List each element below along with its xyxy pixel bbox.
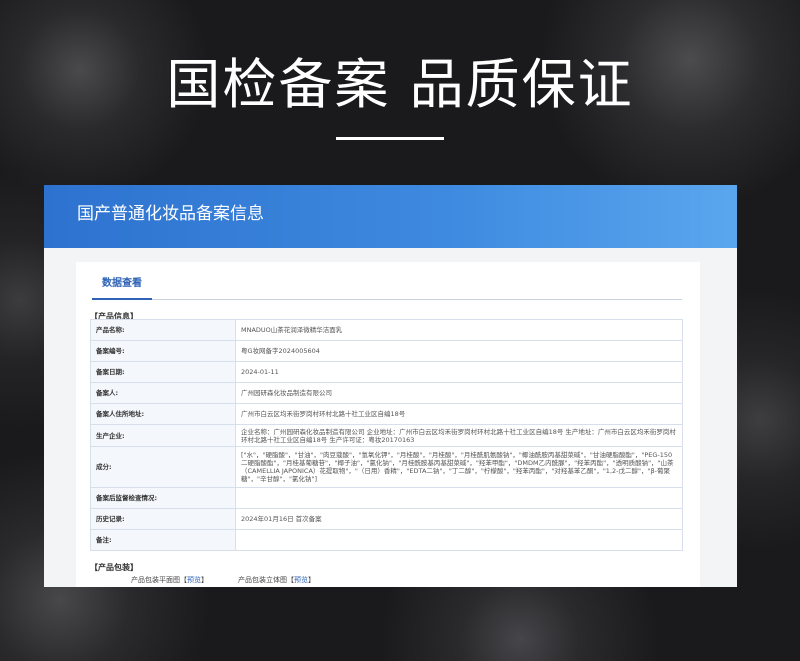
table-row: 备案编号: 粤G妆网备字2024005604: [90, 340, 683, 362]
row-label: 备案人:: [90, 382, 236, 404]
table-row: 生产企业: 企业名称：广州园研森化妆品制造有限公司 企业地址：广州市白云区均禾街…: [90, 424, 683, 447]
row-value: 2024年01月16日 首次备案: [235, 508, 683, 530]
row-value: [235, 487, 683, 509]
table-row: 备注:: [90, 529, 683, 551]
row-label: 备案人住所地址:: [90, 403, 236, 425]
row-value: MNADUO山茶花润泽微精华洁面乳: [235, 319, 683, 341]
product-info-table: 产品名称: MNADUO山茶花润泽微精华洁面乳 备案编号: 粤G妆网备字2024…: [90, 319, 683, 551]
row-label: 历史记录:: [90, 508, 236, 530]
preview-flat-link[interactable]: 预览: [187, 576, 201, 584]
row-value: 广州园研森化妆品制造有限公司: [235, 382, 683, 404]
preview-3d-link[interactable]: 预览: [294, 576, 308, 584]
row-value: 2024-01-11: [235, 361, 683, 383]
package-item-label: 产品包装立体图: [238, 576, 287, 584]
row-label: 备案日期:: [90, 361, 236, 383]
package-item: 产品包装平面图【预览】: [131, 576, 208, 584]
row-value: 粤G妆网备字2024005604: [235, 340, 683, 362]
row-value: [235, 529, 683, 551]
banner-divider: [336, 137, 444, 140]
table-row: 备案人: 广州园研森化妆品制造有限公司: [90, 382, 683, 404]
row-value: 广州市白云区均禾街罗岗村环村北路十社工业区自编18号: [235, 403, 683, 425]
package-item: 产品包装立体图【预览】: [238, 576, 315, 584]
package-section-title: 【产品包装】: [90, 563, 138, 572]
row-value: ["水"，"硬脂酸"，"甘油"，"肉豆蔻酸"，"氢氧化钾"，"月桂酸"，"月桂酸…: [235, 446, 683, 488]
package-item-label: 产品包装平面图: [131, 576, 180, 584]
registration-panel: 国产普通化妆品备案信息 数据查看 【产品信息】 产品名称: MNADUO山茶花润…: [44, 185, 737, 587]
banner-title: 国检备案 品质保证: [166, 53, 634, 116]
table-row: 备案人住所地址: 广州市白云区均禾街罗岗村环村北路十社工业区自编18号: [90, 403, 683, 425]
package-links: 产品包装平面图【预览】 产品包装立体图【预览】: [131, 575, 315, 585]
panel-header: 国产普通化妆品备案信息: [44, 185, 737, 248]
row-label: 备注:: [90, 529, 236, 551]
info-card: 数据查看 【产品信息】 产品名称: MNADUO山茶花润泽微精华洁面乳 备案编号…: [76, 262, 700, 587]
table-row: 备案日期: 2024-01-11: [90, 361, 683, 383]
table-row: 产品名称: MNADUO山茶花润泽微精华洁面乳: [90, 319, 683, 341]
tab-data-view[interactable]: 数据查看: [92, 276, 152, 300]
row-label: 产品名称:: [90, 319, 236, 341]
table-row: 历史记录: 2024年01月16日 首次备案: [90, 508, 683, 530]
table-row: 备案后监督检查情况:: [90, 487, 683, 509]
row-label: 成分:: [90, 446, 236, 488]
table-row: 成分: ["水"，"硬脂酸"，"甘油"，"肉豆蔻酸"，"氢氧化钾"，"月桂酸"，…: [90, 446, 683, 488]
row-value: 企业名称：广州园研森化妆品制造有限公司 企业地址：广州市白云区均禾街罗岗村环村北…: [235, 424, 683, 447]
row-label: 备案后监督检查情况:: [90, 487, 236, 509]
tab-bar: 数据查看: [92, 276, 682, 300]
row-label: 生产企业:: [90, 424, 236, 447]
row-label: 备案编号:: [90, 340, 236, 362]
